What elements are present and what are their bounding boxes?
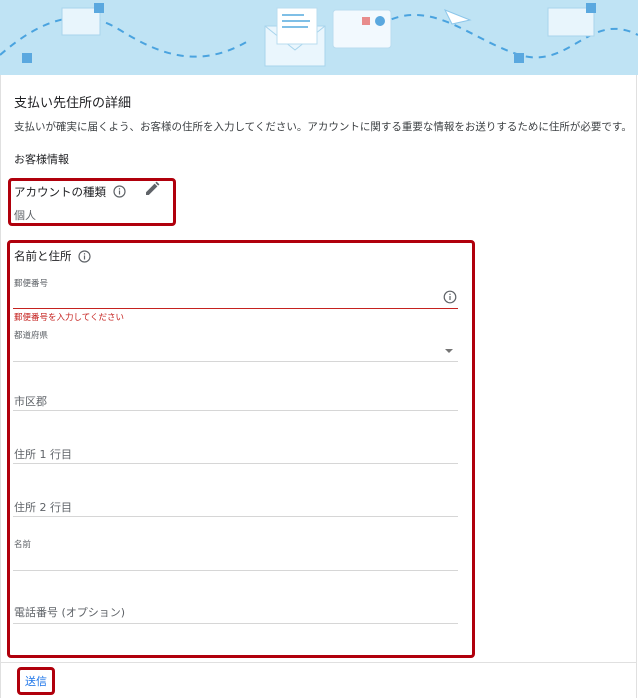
prefecture-label: 都道府県 [14,331,49,341]
pencil-icon[interactable] [144,181,160,201]
address-section-highlight [7,240,475,658]
phone-field[interactable]: 電話番号 (オプション) [14,604,125,620]
customer-section-heading: お客様情報 [14,153,69,166]
page-title: 支払い先住所の詳細 [14,96,132,111]
account-type-label: アカウントの種類 [14,185,106,199]
address-line2-underline[interactable] [13,516,458,517]
info-icon[interactable] [113,183,126,202]
page-description: 支払いが確実に届くよう、お客様の住所を入力してください。アカウントに関する重要な… [14,121,632,133]
postal-code-input[interactable] [13,308,458,309]
banner-illustration [0,3,638,67]
account-type-value: 個人 [14,209,36,222]
name-label: 名前 [14,540,32,550]
address-line2-field[interactable]: 住所 2 行目 [14,499,72,515]
header-banner [0,0,638,75]
footer-divider [0,662,637,663]
postal-code-error: 郵便番号を入力してください [14,313,124,323]
city-input-underline[interactable] [13,410,458,411]
submit-button[interactable]: 送信 [20,670,52,692]
postal-code-label: 郵便番号 [14,279,49,289]
address-section-label: 名前と住所 [14,249,72,263]
prefecture-select[interactable] [13,361,458,362]
info-icon[interactable] [443,289,457,308]
dropdown-arrow-icon[interactable] [445,349,453,353]
info-icon[interactable] [78,248,91,267]
address-line1-underline[interactable] [13,463,458,464]
phone-input-underline[interactable] [13,623,458,624]
address-line1-field[interactable]: 住所 1 行目 [14,446,72,462]
city-field[interactable]: 市区郡 [14,393,47,409]
name-input[interactable] [13,570,458,571]
